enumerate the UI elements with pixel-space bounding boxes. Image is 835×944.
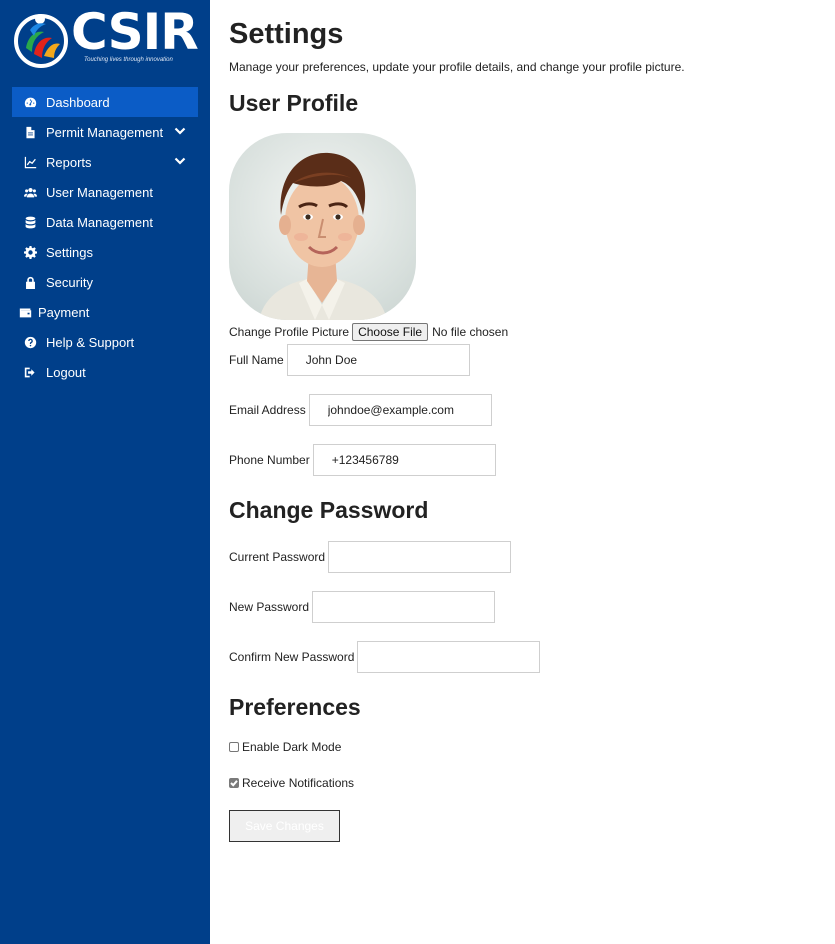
phone-row: Phone Number [229, 444, 496, 476]
full-name-input[interactable] [286, 344, 470, 376]
sidebar-item-label: Help & Support [46, 334, 135, 350]
sidebar-item-reports[interactable]: Reports [12, 147, 198, 177]
chevron-down-icon[interactable] [174, 125, 186, 137]
sidebar-nav: Dashboard Permit Management Reports User… [12, 87, 198, 387]
dark-mode-checkbox[interactable] [229, 742, 239, 752]
sidebar-item-label: Security [46, 274, 93, 290]
change-picture-label: Change Profile Picture [229, 325, 350, 339]
csir-logo: CSIR Touching lives through innovation [14, 4, 199, 70]
sidebar-item-label: User Management [46, 184, 153, 200]
checkmark-icon [230, 780, 238, 787]
notifications-checkbox[interactable] [229, 778, 239, 788]
user-profile-heading: User Profile [229, 90, 359, 116]
current-password-label: Current Password [229, 550, 326, 564]
dark-mode-option: Enable Dark Mode [229, 740, 341, 754]
current-password-row: Current Password [229, 541, 512, 573]
logout-icon [23, 365, 37, 379]
dark-mode-label: Enable Dark Mode [242, 740, 342, 754]
document-icon [23, 125, 37, 139]
gear-icon [23, 245, 37, 259]
dashboard-icon [23, 95, 37, 109]
csir-emblem-icon [14, 14, 68, 68]
sidebar-item-data-management[interactable]: Data Management [12, 207, 198, 237]
full-name-row: Full Name [229, 344, 470, 376]
sidebar-item-label: Permit Management [46, 124, 164, 140]
lock-icon [23, 275, 37, 289]
line-chart-icon [23, 155, 37, 169]
full-name-label: Full Name [229, 353, 284, 367]
phone-input[interactable] [312, 444, 496, 476]
confirm-password-input[interactable] [357, 641, 541, 673]
file-status-text: No file chosen [432, 325, 509, 339]
preferences-heading: Preferences [229, 694, 361, 720]
new-password-input[interactable] [312, 591, 496, 623]
sidebar-item-payment[interactable]: Payment [12, 297, 198, 327]
brand-name: CSIR [71, 3, 199, 61]
page-title: Settings [229, 18, 344, 50]
email-label: Email Address [229, 403, 306, 417]
save-changes-button[interactable]: Save Changes [229, 810, 340, 842]
sidebar-item-user-management[interactable]: User Management [12, 177, 198, 207]
sidebar-item-logout[interactable]: Logout [12, 357, 198, 387]
phone-label: Phone Number [229, 453, 310, 467]
users-icon [23, 185, 37, 199]
question-icon [23, 335, 37, 349]
person-portrait-icon [259, 152, 387, 320]
wallet-icon [18, 305, 32, 319]
sidebar-item-help-support[interactable]: Help & Support [12, 327, 198, 357]
profile-picture [229, 133, 416, 320]
confirm-password-label: Confirm New Password [229, 650, 355, 664]
chevron-down-icon[interactable] [174, 155, 186, 167]
database-icon [23, 215, 37, 229]
sidebar-item-label: Reports [46, 154, 92, 170]
email-input[interactable] [308, 394, 492, 426]
sidebar-item-label: Dashboard [46, 94, 110, 110]
sidebar-item-label: Settings [46, 244, 93, 260]
choose-file-button[interactable]: Choose File [352, 323, 429, 341]
page-subtitle: Manage your preferences, update your pro… [229, 60, 685, 74]
notifications-label: Receive Notifications [242, 776, 355, 790]
confirm-password-row: Confirm New Password [229, 641, 541, 673]
sidebar-item-label: Payment [38, 304, 90, 320]
sidebar-item-permit-management[interactable]: Permit Management [12, 117, 198, 147]
sidebar-item-settings[interactable]: Settings [12, 237, 198, 267]
sidebar-item-label: Logout [46, 364, 86, 380]
email-row: Email Address [229, 394, 492, 426]
change-picture-row: Change Profile Picture Choose File No fi… [229, 323, 508, 341]
sidebar-item-dashboard[interactable]: Dashboard [12, 87, 198, 117]
notifications-option: Receive Notifications [229, 776, 354, 790]
new-password-row: New Password [229, 591, 496, 623]
sidebar: CSIR Touching lives through innovation D… [0, 0, 210, 944]
sidebar-item-label: Data Management [46, 214, 153, 230]
sidebar-item-security[interactable]: Security [12, 267, 198, 297]
brand-tagline: Touching lives through innovation [84, 57, 173, 63]
current-password-input[interactable] [328, 541, 512, 573]
new-password-label: New Password [229, 600, 310, 614]
change-password-heading: Change Password [229, 497, 429, 523]
